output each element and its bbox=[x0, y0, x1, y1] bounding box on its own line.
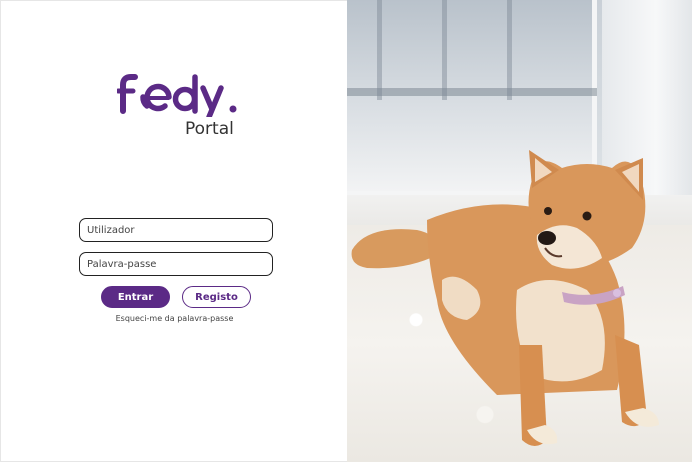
login-panel: Portal Entrar Registo Esqueci-me da pala… bbox=[0, 0, 347, 462]
feedy-wordmark-icon bbox=[115, 74, 237, 120]
shiba-puppy-image bbox=[351, 150, 659, 446]
username-input[interactable] bbox=[79, 218, 273, 242]
login-button[interactable]: Entrar bbox=[101, 286, 170, 308]
password-input[interactable] bbox=[79, 252, 273, 276]
logo-wordmark bbox=[115, 71, 247, 126]
forgot-password-link[interactable]: Esqueci-me da palavra-passe bbox=[1, 314, 348, 323]
hero-photo-dog bbox=[347, 0, 692, 462]
portal-label: Portal bbox=[185, 119, 234, 139]
register-button[interactable]: Registo bbox=[182, 286, 251, 308]
feedy-logo: Portal bbox=[115, 71, 247, 141]
